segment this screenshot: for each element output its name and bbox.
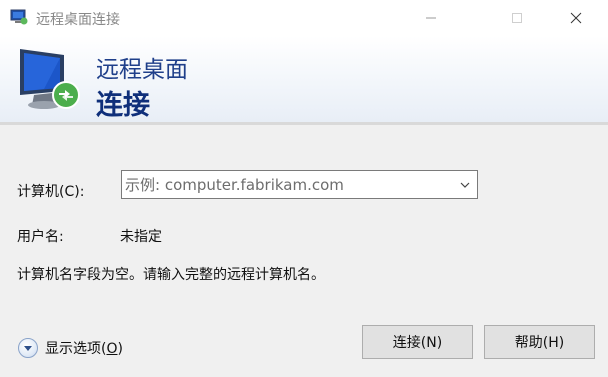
title-bar: 远程桌面连接 <box>0 0 608 36</box>
minimize-button[interactable] <box>408 0 454 36</box>
close-button[interactable] <box>553 0 599 36</box>
header-banner: 远程桌面 连接 <box>0 36 608 122</box>
banner-divider <box>0 122 608 125</box>
maximize-button[interactable] <box>494 0 540 36</box>
maximize-icon <box>512 13 522 23</box>
banner-subtitle: 远程桌面 <box>96 57 188 83</box>
banner-title: 连接 <box>96 90 150 121</box>
computer-label: 计算机(C): <box>17 184 85 200</box>
user-value: 未指定 <box>120 229 162 245</box>
computer-input[interactable] <box>125 172 445 197</box>
window-title: 远程桌面连接 <box>36 12 120 28</box>
remote-desktop-monitor-icon <box>20 49 80 109</box>
user-label: 用户名: <box>17 229 64 245</box>
expand-icon[interactable] <box>18 338 38 358</box>
chevron-down-icon <box>24 346 32 351</box>
minimize-icon <box>426 17 436 19</box>
show-options-toggle[interactable]: 显示选项(O) <box>18 337 123 359</box>
close-icon <box>570 12 582 24</box>
remote-desktop-app-icon <box>10 9 28 25</box>
connect-button[interactable]: 连接(N) <box>362 325 473 359</box>
chevron-down-icon[interactable] <box>459 179 471 191</box>
computer-combobox[interactable] <box>121 170 478 199</box>
help-button[interactable]: 帮助(H) <box>484 325 595 359</box>
show-options-label[interactable]: 显示选项(O) <box>45 338 123 358</box>
status-message: 计算机名字段为空。请输入完整的远程计算机名。 <box>17 267 325 283</box>
